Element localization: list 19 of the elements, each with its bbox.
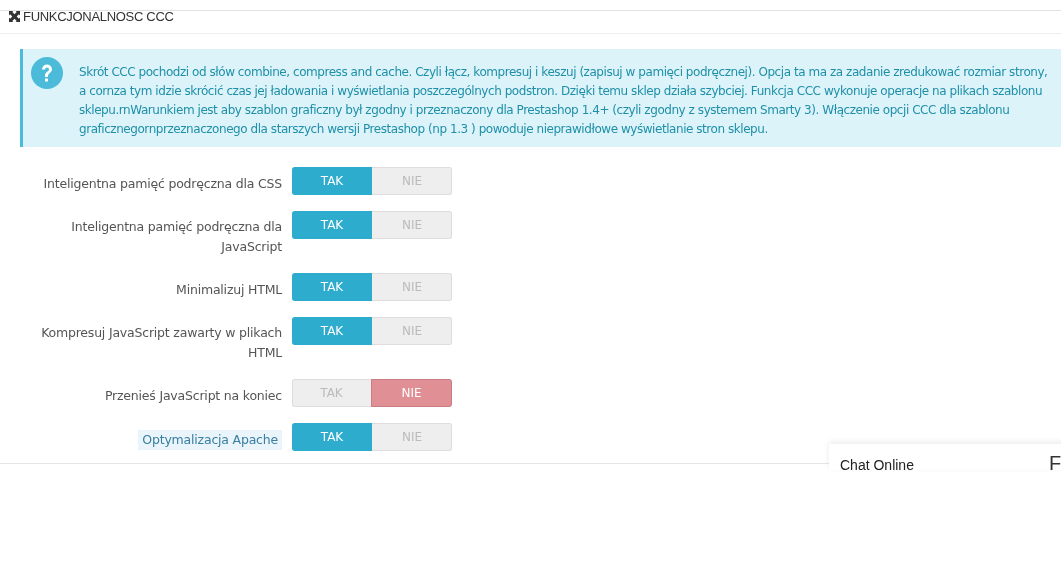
option-label: Przenieś JavaScript na koniec (104, 387, 282, 405)
option-label: Kompresuj JavaScript zawarty w plikach HTML (40, 324, 282, 362)
switch-option[interactable]: TAK (292, 423, 372, 451)
option-label: Inteligentna pamięć podręczna dla CSS (43, 175, 282, 193)
switch-option[interactable]: TAK (292, 273, 372, 301)
panel-title: FUNKCJONALNOSC CCC (23, 8, 174, 24)
chat-title: Chat Online (840, 457, 914, 470)
question-icon (31, 57, 63, 89)
option-label: Inteligentna pamięć podręczna dla JavaScript (70, 218, 282, 256)
switch-option[interactable]: TAK (292, 317, 372, 345)
expand-icon (9, 10, 20, 22)
switch-option[interactable]: TAK (292, 211, 372, 239)
option-label: Optymalizacja Apache (138, 430, 282, 450)
switch-option[interactable]: TAK (292, 167, 372, 195)
alert-text: Skrót CCC pochodzi od słów combine, compress and cache. Czyli łącz, kompresuj i keszuj (zapisuj w pamięci podręcznej). Opcja ta ma za zadanie zredukować rozmiar strony, a cornza tym idzie skrócić czas jej ładowania i wyświetlania poszczególnych podstron. Dzięki temu sklep działa szybciej. Funkcja CCC wykonuje operacje na plikach szablonu sklepu.rnWarunkiem jest aby szablon graficzny był zgodny i przeznaczony dla Prestashop 1.4+ (czyli zgodny z systemem Smarty 3). Włączenie opcji CCC dla szablonu graficznegornprzeznaczonego dla starszych wersji Prestashop (np 1.3 ) powoduje nieprawidłowe wyświetlanie stron sklepu. (79, 64, 1049, 138)
chat-side-text: F (1049, 452, 1061, 470)
switch-option[interactable]: NIE (371, 379, 452, 407)
chat-widget[interactable]: Chat Online F (829, 444, 1061, 470)
option-label: Minimalizuj HTML (176, 281, 282, 299)
